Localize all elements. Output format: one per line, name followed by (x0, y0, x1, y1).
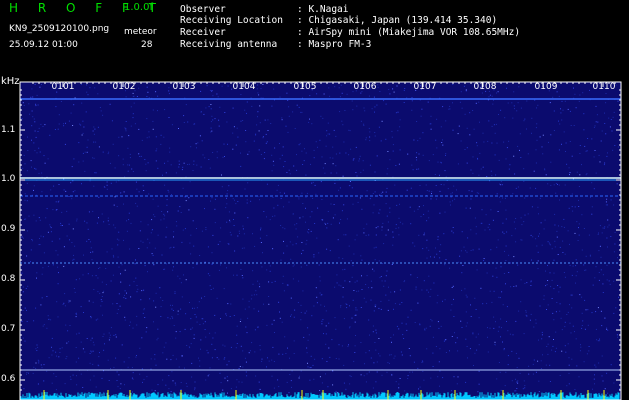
y-tick-label: 0.7 (1, 324, 15, 334)
meteor-label: meteor (124, 27, 157, 37)
y-tick-label: 1.0 (1, 174, 16, 184)
y-tick-label: 0.8 (1, 274, 16, 284)
time-label: 0105 (294, 82, 317, 92)
time-label: 0102 (113, 82, 136, 92)
y-axis-unit: kHz (1, 76, 20, 87)
info-label-antenna: Receiving antenna (180, 39, 278, 50)
meteor-count: 28 (141, 40, 153, 50)
y-tick-label: 1.1 (1, 125, 15, 135)
y-tick-label: 0.9 (1, 224, 16, 234)
app-version: 1.0.0f (124, 2, 153, 13)
info-label-observer: Observer (180, 4, 226, 15)
header-panel: H R O F F T 1.0.0f KN9_2509120100.png me… (0, 0, 629, 72)
y-tick-label: 0.6 (1, 374, 16, 384)
time-label: 0110 (593, 82, 616, 92)
info-value-antenna: : Maspro FM-3 (297, 39, 372, 50)
info-label-location: Receiving Location (180, 15, 283, 26)
time-label: 0106 (354, 82, 377, 92)
info-label-receiver: Receiver (180, 27, 226, 38)
time-label: 0109 (535, 82, 558, 92)
info-value-location: : Chigasaki, Japan (139.414 35.340) (297, 15, 498, 26)
spectrogram-background (20, 82, 621, 400)
file-name: KN9_2509120100.png (9, 24, 110, 34)
time-label: 0104 (233, 82, 256, 92)
time-label: 0101 (52, 82, 75, 92)
time-label: 0107 (414, 82, 437, 92)
datetime: 25.09.12 01:00 (9, 40, 78, 50)
time-label: 0103 (173, 82, 196, 92)
time-label: 0108 (474, 82, 497, 92)
info-value-observer: : K.Nagai (297, 4, 349, 15)
info-value-receiver: : AirSpy mini (Miakejima VOR 108.65MHz) (297, 27, 521, 38)
spectrogram-plot: kHz 1.1 1.0 0.9 0.8 0.7 0.6 0101 0102 01… (0, 72, 629, 400)
